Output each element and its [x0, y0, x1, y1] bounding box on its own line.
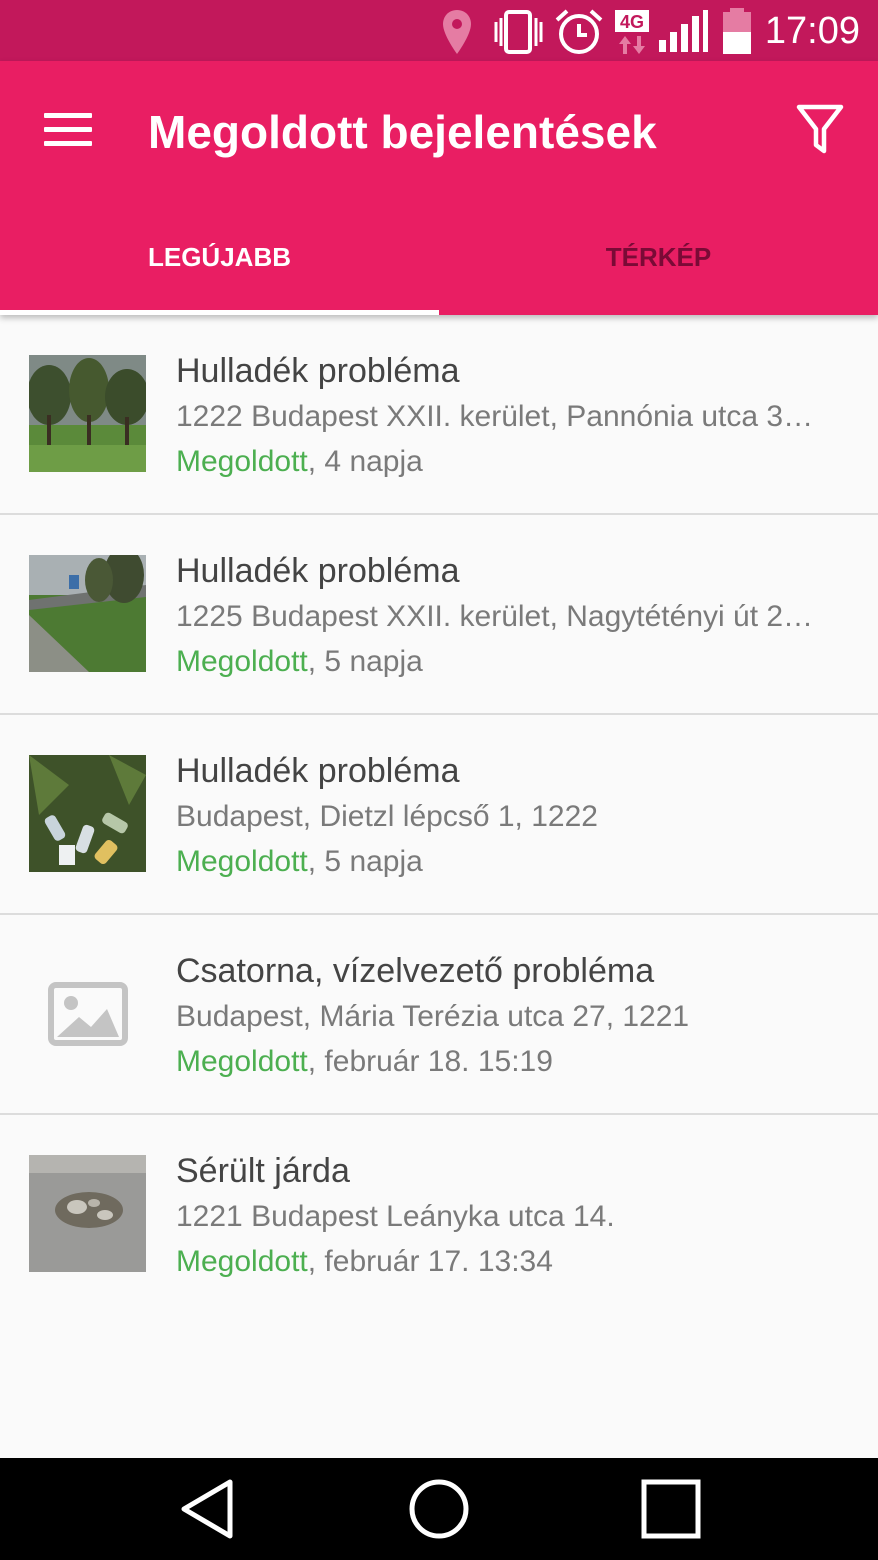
- status-label: Megoldott: [176, 1045, 308, 1078]
- report-time: , 5 napja: [307, 845, 423, 878]
- hamburger-menu-icon[interactable]: [44, 113, 92, 149]
- svg-text:4G: 4G: [620, 12, 644, 32]
- report-photo: [29, 1155, 146, 1272]
- report-address: Budapest, Mária Terézia utca 27, 1221: [176, 1000, 690, 1033]
- tab-bar: LEGÚJABB TÉRKÉP: [0, 211, 878, 315]
- navigation-bar: [0, 1458, 878, 1560]
- report-time: , 5 napja: [307, 645, 423, 678]
- list-item[interactable]: Csatorna, vízelvezető probléma Budapest,…: [0, 915, 878, 1115]
- status-label: Megoldott: [176, 445, 308, 478]
- filter-icon[interactable]: [794, 101, 846, 157]
- report-title: Hulladék probléma: [176, 352, 460, 390]
- report-address: Budapest, Dietzl lépcső 1, 1222: [176, 800, 598, 833]
- network-4g-icon: 4G: [615, 10, 649, 54]
- recents-icon[interactable]: [638, 1474, 704, 1544]
- back-icon[interactable]: [176, 1474, 240, 1544]
- signal-icon: [659, 10, 708, 52]
- report-status: Megoldott, február 17. 13:34: [176, 1244, 553, 1280]
- battery-icon: [723, 8, 751, 54]
- home-icon[interactable]: [404, 1474, 474, 1544]
- report-address: 1221 Budapest Leányka utca 14.: [176, 1200, 615, 1233]
- list-item[interactable]: Sérült járda 1221 Budapest Leányka utca …: [0, 1115, 878, 1313]
- list-item[interactable]: Hulladék probléma 1222 Budapest XXII. ke…: [0, 315, 878, 515]
- report-address: 1222 Budapest XXII. kerület, Pannónia ut…: [176, 400, 814, 433]
- report-list: Hulladék probléma 1222 Budapest XXII. ke…: [0, 315, 878, 1313]
- tab-latest[interactable]: LEGÚJABB: [0, 211, 439, 315]
- alarm-icon: [555, 9, 603, 54]
- tab-map[interactable]: TÉRKÉP: [439, 211, 878, 315]
- image-placeholder-icon: [29, 955, 146, 1072]
- list-item[interactable]: Hulladék probléma Budapest, Dietzl lépcs…: [0, 715, 878, 915]
- status-label: Megoldott: [176, 845, 308, 878]
- report-status: Megoldott, 4 napja: [176, 444, 423, 480]
- report-time: , 4 napja: [307, 445, 423, 478]
- report-status: Megoldott, 5 napja: [176, 844, 423, 880]
- location-icon: [443, 10, 471, 54]
- report-title: Hulladék probléma: [176, 752, 460, 790]
- vibrate-icon: [494, 10, 543, 54]
- clock-time: 17:09: [764, 10, 860, 52]
- report-address: 1225 Budapest XXII. kerület, Nagytétényi…: [176, 600, 814, 633]
- report-status: Megoldott, február 18. 15:19: [176, 1044, 553, 1080]
- report-photo: [29, 555, 146, 672]
- report-status: Megoldott, 5 napja: [176, 644, 423, 680]
- report-time: , február 18. 15:19: [307, 1045, 553, 1078]
- report-photo: [29, 355, 146, 472]
- list-item[interactable]: Hulladék probléma 1225 Budapest XXII. ke…: [0, 515, 878, 715]
- report-title: Hulladék probléma: [176, 552, 460, 590]
- page-title: Megoldott bejelentések: [148, 106, 657, 158]
- report-time: , február 17. 13:34: [307, 1245, 553, 1278]
- status-bar: 4G 17:09: [0, 0, 878, 61]
- report-title: Csatorna, vízelvezető probléma: [176, 952, 655, 990]
- status-label: Megoldott: [176, 645, 308, 678]
- report-photo: [29, 755, 146, 872]
- report-title: Sérült járda: [176, 1152, 350, 1190]
- status-label: Megoldott: [176, 1245, 308, 1278]
- app-bar: Megoldott bejelentések LEGÚJABB TÉRKÉP: [0, 61, 878, 315]
